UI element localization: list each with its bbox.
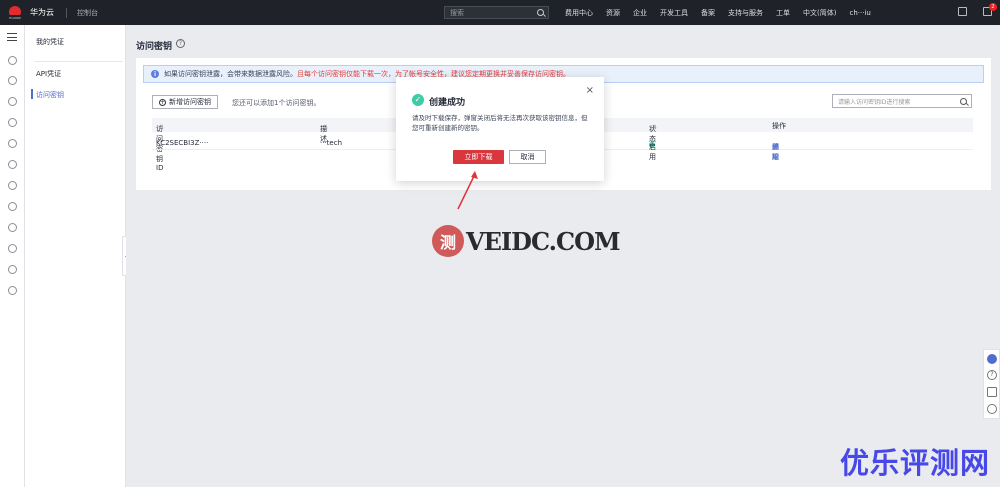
huawei-logo[interactable]: HUAWEI bbox=[4, 2, 26, 24]
top-nav-links: 费用中心 资源 企业 开发工具 备案 支持与服务 工单 中文(简体) ch···… bbox=[565, 0, 884, 25]
cloud-icon[interactable] bbox=[8, 160, 17, 169]
column-header: 操作 bbox=[772, 122, 786, 130]
menu-divider bbox=[35, 61, 123, 62]
download-now-button[interactable]: 立即下载 bbox=[453, 150, 504, 164]
success-check-icon: ✓ bbox=[412, 94, 424, 106]
dialog-title: 创建成功 bbox=[429, 98, 466, 108]
service-icon-sidebar bbox=[0, 25, 25, 487]
smile-icon[interactable] bbox=[987, 404, 997, 414]
dialog-message: 请及时下载保存，弹窗关闭后将无法再次获取该密钥信息，但您可重新创建新的密钥。 bbox=[412, 114, 588, 132]
feedback-icon[interactable] bbox=[987, 387, 997, 397]
info-icon: i bbox=[151, 70, 159, 78]
menu-my-credentials[interactable]: 我的凭证 bbox=[36, 37, 64, 47]
nav-tickets[interactable]: 工单 bbox=[776, 8, 790, 18]
help-icon[interactable]: ? bbox=[987, 370, 997, 380]
watermark-logo: 测 bbox=[432, 225, 464, 257]
credentials-menu: 我的凭证 API凭证 访问密钥 bbox=[25, 25, 126, 487]
help-icon[interactable]: ? bbox=[176, 39, 185, 48]
key-search-placeholder: 请输入访问密钥ID进行搜索 bbox=[838, 98, 911, 106]
network-icon[interactable] bbox=[8, 118, 17, 127]
nav-language[interactable]: 中文(简体) bbox=[803, 8, 836, 18]
cloud-icon[interactable] bbox=[8, 56, 17, 65]
key-id: KC2SECBI3Z···· bbox=[156, 139, 209, 147]
document-icon[interactable] bbox=[8, 139, 17, 148]
console-link[interactable]: 控制台 bbox=[77, 8, 98, 18]
menu-icon[interactable] bbox=[7, 33, 17, 41]
add-access-key-button[interactable]: + 新增访问密钥 bbox=[152, 95, 218, 109]
apps-icon[interactable] bbox=[8, 265, 17, 274]
menu-access-keys[interactable]: 访问密钥 bbox=[36, 90, 64, 100]
menu-api-credentials[interactable]: API凭证 bbox=[36, 69, 61, 79]
page-title: 访问密钥 bbox=[136, 42, 173, 52]
nav-account[interactable]: ch···iu bbox=[849, 9, 870, 17]
key-description: ···tech bbox=[320, 139, 343, 147]
sort-icon: ⇅ bbox=[323, 124, 329, 131]
add-access-key-label: 新增访问密钥 bbox=[169, 98, 211, 106]
cancel-button[interactable]: 取消 bbox=[509, 150, 546, 164]
top-icons: 2 bbox=[958, 3, 997, 16]
nav-billing[interactable]: 费用中心 bbox=[565, 8, 593, 18]
anchor-icon[interactable] bbox=[8, 223, 17, 232]
logo-text: HUAWEI bbox=[8, 15, 22, 20]
active-indicator bbox=[31, 89, 33, 99]
assistant-icon[interactable] bbox=[987, 354, 997, 364]
cloud-icon[interactable] bbox=[8, 202, 17, 211]
search-icon[interactable] bbox=[537, 9, 544, 16]
screen-icon[interactable] bbox=[958, 7, 967, 16]
notification-badge: 2 bbox=[989, 3, 997, 11]
nav-resources[interactable]: 资源 bbox=[606, 8, 620, 18]
close-icon[interactable]: × bbox=[586, 85, 594, 96]
database-icon[interactable] bbox=[8, 97, 17, 106]
info-text: 如果访问密钥泄露，会带来数据泄露风险。 bbox=[164, 70, 297, 78]
logo-mark-icon bbox=[9, 5, 21, 15]
brand-name[interactable]: 华为云 bbox=[30, 7, 54, 18]
create-success-dialog: × ✓ 创建成功 请及时下载保存，弹窗关闭后将无法再次获取该密钥信息，但您可重新… bbox=[396, 77, 604, 181]
floating-toolbar: ? bbox=[983, 349, 1000, 419]
quota-hint: 您还可以添加1个访问密钥。 bbox=[232, 99, 321, 107]
plus-icon: + bbox=[159, 98, 166, 106]
globe-icon[interactable] bbox=[8, 286, 17, 295]
cloud-icon[interactable] bbox=[8, 181, 17, 190]
delete-link[interactable]: 删除 bbox=[772, 142, 779, 162]
smile-icon[interactable] bbox=[8, 244, 17, 253]
nav-devtools[interactable]: 开发工具 bbox=[660, 8, 688, 18]
sort-icon: ⇅ bbox=[159, 124, 165, 131]
key-search-input[interactable]: 请输入访问密钥ID进行搜索 bbox=[832, 94, 972, 108]
cloud-icon[interactable] bbox=[8, 76, 17, 85]
nav-support[interactable]: 支持与服务 bbox=[728, 8, 763, 18]
global-search-input[interactable]: 搜索 bbox=[444, 6, 549, 19]
nav-icp[interactable]: 备案 bbox=[701, 8, 715, 18]
nav-enterprise[interactable]: 企业 bbox=[633, 8, 647, 18]
annotation-arrow bbox=[457, 171, 478, 210]
search-icon[interactable] bbox=[960, 97, 967, 105]
topbar-divider bbox=[66, 7, 67, 18]
watermark: 测 VEIDC.COM bbox=[432, 225, 621, 257]
watermark-site: VEIDC.COM bbox=[466, 226, 621, 256]
message-icon[interactable]: 2 bbox=[983, 3, 997, 16]
sort-icon: ⇅ bbox=[652, 124, 658, 131]
watermark-brand: 优乐评测网 bbox=[840, 446, 991, 480]
search-placeholder: 搜索 bbox=[450, 8, 464, 17]
